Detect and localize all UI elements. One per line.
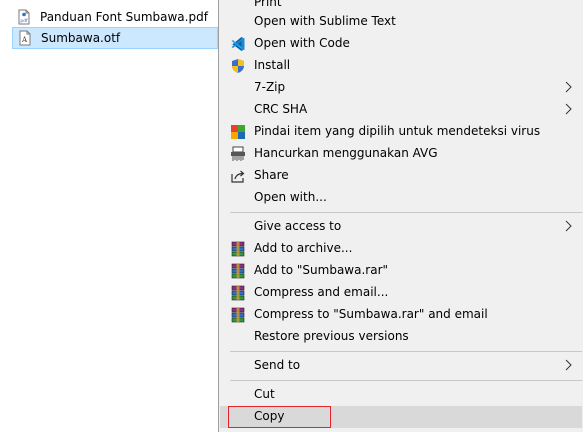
menu-item-label: Compress and email... <box>254 285 389 299</box>
menu-item-label: Add to "Sumbawa.rar" <box>254 263 389 277</box>
menu-item-cut[interactable]: Cut <box>220 384 582 406</box>
menu-item-give-access[interactable]: Give access to <box>220 216 582 238</box>
shield-icon <box>230 58 246 74</box>
menu-item-label: CRC SHA <box>254 102 308 116</box>
menu-item-send-to[interactable]: Send to <box>220 355 582 377</box>
copy-highlight-box <box>228 406 331 428</box>
menu-item-open-sublime[interactable]: Open with Sublime Text <box>220 11 582 33</box>
menu-item-open-code[interactable]: Open with Code <box>220 33 582 55</box>
menu-item-share[interactable]: Share <box>220 165 582 187</box>
menu-item-compress-email[interactable]: Compress and email... <box>220 282 582 304</box>
vscode-icon <box>230 36 246 52</box>
menu-item-label: Give access to <box>254 219 342 233</box>
svg-text:A: A <box>21 36 28 44</box>
winrar-icon <box>230 263 246 279</box>
menu-item-label: Compress to "Sumbawa.rar" and email <box>254 307 488 321</box>
menu-item-label: Hancurkan menggunakan AVG <box>254 146 438 160</box>
file-name: Sumbawa.otf <box>41 31 121 45</box>
menu-item-add-to-rar[interactable]: Add to "Sumbawa.rar" <box>220 260 582 282</box>
menu-item-label: Open with Sublime Text <box>254 14 396 28</box>
menu-item-install[interactable]: Install <box>220 55 582 77</box>
menu-item-label: Share <box>254 168 289 182</box>
chevron-right-icon <box>562 79 576 95</box>
menu-item-label: Cut <box>254 387 275 401</box>
menu-item-label: Print <box>254 0 282 9</box>
menu-item-avg-shred[interactable]: Hancurkan menggunakan AVG <box>220 143 582 165</box>
file-item-pdf[interactable]: pdf Panduan Font Sumbawa.pdf <box>12 6 218 28</box>
file-item-otf[interactable]: A Sumbawa.otf <box>12 27 218 49</box>
shredder-icon <box>230 146 246 162</box>
menu-item-label: 7-Zip <box>254 80 286 94</box>
share-icon <box>230 168 246 184</box>
chevron-right-icon <box>562 357 576 373</box>
menu-item-label: Install <box>254 58 291 72</box>
screen: pdf Panduan Font Sumbawa.pdf A Sumbawa.o… <box>0 0 583 432</box>
menu-item-label: Add to archive... <box>254 241 353 255</box>
menu-separator <box>230 351 582 352</box>
menu-item-label: Open with... <box>254 190 327 204</box>
chevron-right-icon <box>562 218 576 234</box>
svg-text:pdf: pdf <box>20 18 28 24</box>
menu-item-label: Pindai item yang dipilih untuk mendeteks… <box>254 124 541 138</box>
winrar-icon <box>230 285 246 301</box>
menu-separator <box>230 212 582 213</box>
menu-item-label: Send to <box>254 358 301 372</box>
winrar-icon <box>230 307 246 323</box>
chevron-right-icon <box>562 101 576 117</box>
font-file-icon: A <box>17 30 33 46</box>
menu-item-restore-versions[interactable]: Restore previous versions <box>220 326 582 348</box>
menu-item-crc-sha[interactable]: CRC SHA <box>220 99 582 121</box>
menu-separator <box>230 380 582 381</box>
menu-item-open-with[interactable]: Open with... <box>220 187 582 209</box>
menu-item-avg-scan[interactable]: Pindai item yang dipilih untuk mendeteks… <box>220 121 582 143</box>
menu-item-7zip[interactable]: 7-Zip <box>220 77 582 99</box>
context-menu: Print Open with Sublime Text Open with C… <box>218 0 583 432</box>
avg-scan-icon <box>230 124 246 140</box>
file-list: pdf Panduan Font Sumbawa.pdf A Sumbawa.o… <box>0 0 218 432</box>
menu-item-label: Restore previous versions <box>254 329 409 343</box>
file-name: Panduan Font Sumbawa.pdf <box>40 10 208 24</box>
menu-item-label: Open with Code <box>254 36 350 50</box>
pdf-file-icon: pdf <box>16 9 32 25</box>
menu-item-compress-rar-email[interactable]: Compress to "Sumbawa.rar" and email <box>220 304 582 326</box>
menu-item-add-archive[interactable]: Add to archive... <box>220 238 582 260</box>
winrar-icon <box>230 241 246 257</box>
